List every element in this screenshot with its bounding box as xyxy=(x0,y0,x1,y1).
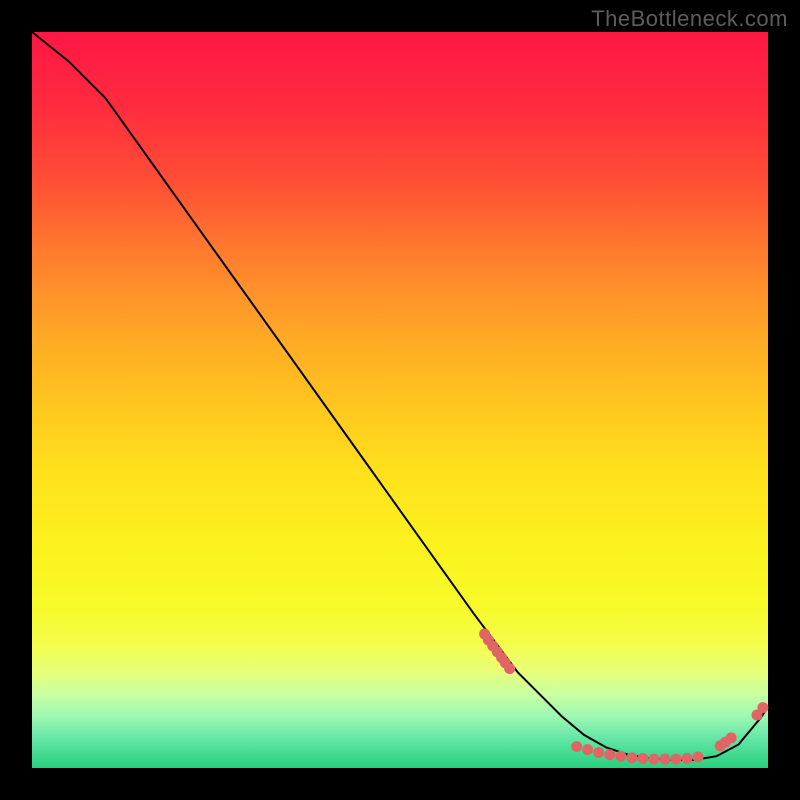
data-point xyxy=(504,663,515,674)
data-point xyxy=(671,754,682,765)
data-point xyxy=(726,732,737,743)
data-point xyxy=(571,741,582,752)
data-point xyxy=(757,702,768,713)
watermark-text: TheBottleneck.com xyxy=(591,6,788,32)
data-point xyxy=(659,754,670,765)
data-point xyxy=(682,753,693,764)
plot-background xyxy=(32,32,768,768)
data-point xyxy=(693,751,704,762)
data-point xyxy=(604,749,615,760)
chart-container: TheBottleneck.com xyxy=(0,0,800,800)
data-point xyxy=(648,754,659,765)
data-point xyxy=(637,753,648,764)
data-point xyxy=(593,747,604,758)
data-point xyxy=(626,752,637,763)
data-point xyxy=(582,744,593,755)
chart-svg xyxy=(0,0,800,800)
data-point xyxy=(615,751,626,762)
